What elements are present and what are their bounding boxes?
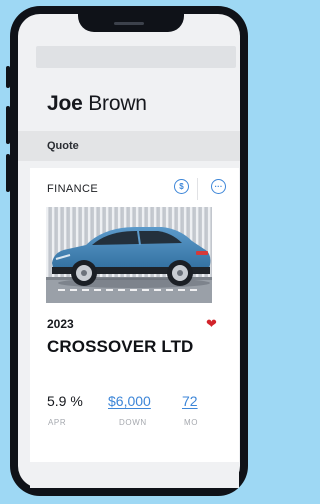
header-divider (197, 178, 198, 200)
dollar-circle-icon[interactable]: $ (174, 179, 189, 194)
term-months-link[interactable]: 72 (182, 393, 198, 409)
apr-caption: APR (48, 418, 67, 427)
customer-last-name: Brown (88, 92, 147, 115)
heart-icon[interactable]: ❤ (206, 317, 217, 330)
chat-bubble-icon[interactable]: ··· (211, 179, 226, 194)
card-bottom-spacer (30, 462, 239, 488)
card-label: FINANCE (47, 183, 99, 195)
apr-value: 5.9 % (47, 393, 83, 409)
phone-side-button (6, 106, 10, 144)
phone-speaker (114, 22, 144, 25)
customer-first-name: Joe (47, 92, 83, 115)
phone-notch (78, 6, 184, 32)
down-payment-link[interactable]: $6,000 (108, 393, 151, 409)
down-caption: DOWN (119, 418, 147, 427)
phone-side-button (6, 66, 10, 88)
car-image (46, 207, 212, 303)
car-year: 2023 (47, 317, 74, 331)
term-caption: MO (184, 418, 199, 427)
car-model: CROSSOVER LTD (47, 337, 194, 356)
top-placeholder-bar (36, 46, 236, 68)
phone-side-button (6, 154, 10, 192)
car-photo (46, 207, 212, 303)
customer-name: Joe Brown (47, 92, 147, 116)
section-title: Quote (47, 140, 79, 152)
